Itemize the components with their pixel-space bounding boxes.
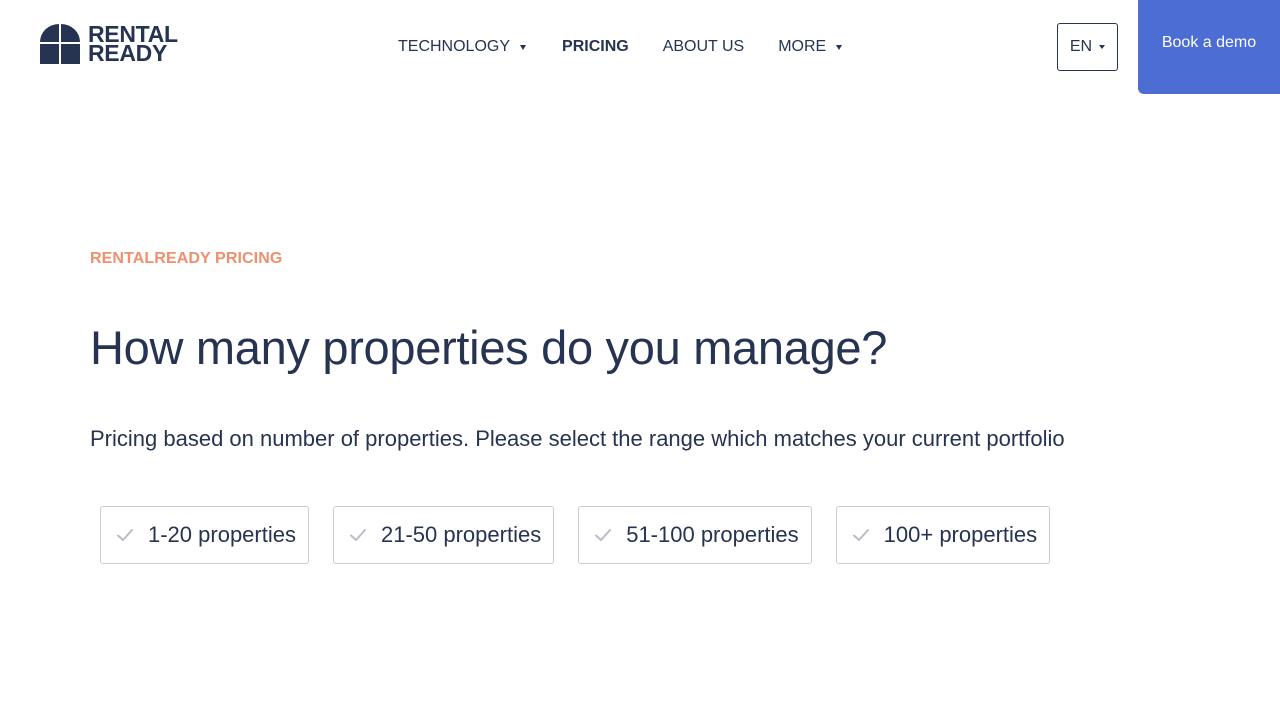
logo-line-2: READY (88, 40, 168, 66)
language-label: EN (1069, 38, 1093, 55)
section-eyebrow: RENTALREADY PRICING (90, 250, 283, 267)
nav-item-more[interactable]: MORE (778, 38, 843, 56)
option-21-50-properties[interactable]: 21-50 properties (332, 506, 555, 564)
book-demo-label: Book a demo (1161, 34, 1257, 51)
checkmark-icon (852, 529, 869, 541)
nav-item-pricing[interactable]: PRICING (562, 38, 629, 56)
option-label: 51-100 properties (626, 522, 799, 547)
nav-item-label: PRICING (562, 38, 629, 55)
option-label: 21-50 properties (380, 522, 542, 547)
option-1-20-properties[interactable]: 1-20 properties (100, 506, 309, 564)
page-subtitle: Pricing based on number of properties. P… (90, 426, 1065, 451)
nav-item-label: TECHNOLOGY (398, 38, 511, 55)
caret-down-icon (836, 44, 843, 50)
page-title: How many properties do you manage? (90, 321, 888, 374)
nav-item-about-us[interactable]: ABOUT US (663, 38, 745, 56)
language-selector[interactable]: EN (1057, 23, 1118, 71)
checkmark-icon (117, 529, 133, 541)
nav-item-label: MORE (778, 38, 827, 55)
caret-down-icon (520, 44, 527, 50)
option-51-100-properties[interactable]: 51-100 properties (578, 506, 812, 564)
property-range-options: 1-20 properties 21-50 properties 51-100 … (100, 506, 1074, 564)
rentalready-logo[interactable]: RENTAL READY (40, 23, 178, 66)
checkmark-icon (595, 529, 612, 541)
checkmark-icon (349, 529, 366, 541)
book-demo-button[interactable]: Book a demo (1138, 0, 1280, 94)
nav-item-label: ABOUT US (662, 38, 745, 55)
main-nav: TECHNOLOGY PRICING ABOUT US MORE (398, 36, 843, 58)
option-label: 100+ properties (883, 522, 1038, 547)
nav-item-technology[interactable]: TECHNOLOGY (398, 38, 527, 56)
site-header: RENTAL READY TECHNOLOGY PRICING ABOUT US… (0, 0, 1280, 94)
window-arch-logo-icon (40, 24, 80, 64)
option-100-plus-properties[interactable]: 100+ properties (835, 506, 1051, 564)
logo-wordmark: RENTAL READY (88, 23, 178, 66)
caret-down-icon (1099, 45, 1106, 49)
option-label: 1-20 properties (148, 522, 296, 547)
